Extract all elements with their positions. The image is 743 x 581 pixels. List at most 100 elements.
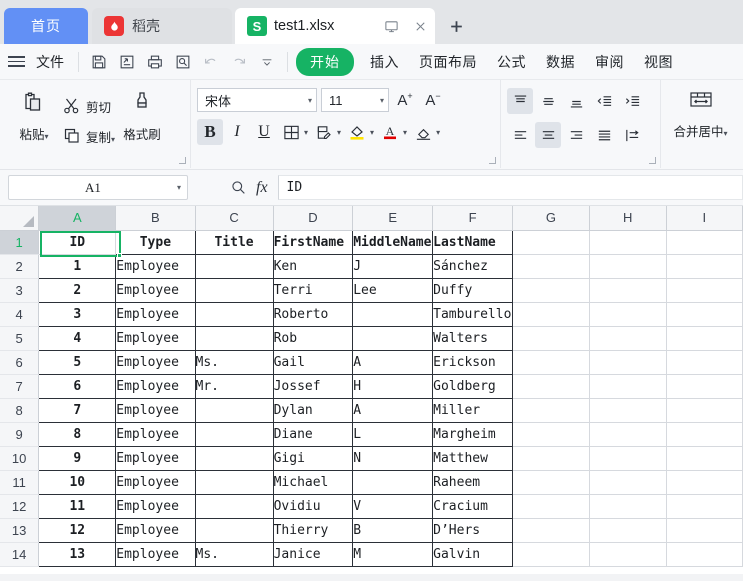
align-right-icon[interactable] [563, 122, 589, 148]
row-header-9[interactable]: 9 [0, 422, 40, 447]
cell-D1[interactable]: FirstName [273, 229, 354, 255]
cell-B4[interactable]: Employee [115, 302, 196, 327]
cell-G7[interactable] [512, 374, 590, 399]
cell-H1[interactable] [589, 230, 667, 255]
fx-label[interactable]: fx [256, 179, 268, 197]
cell-D14[interactable]: Janice [273, 542, 354, 567]
cell-F10[interactable]: Matthew [432, 446, 514, 471]
cell-C1[interactable]: Title [195, 229, 274, 255]
cell-I12[interactable] [666, 494, 743, 519]
format-painter-button[interactable]: 格式刷 [115, 85, 169, 143]
tab-page-layout[interactable]: 页面布局 [409, 48, 487, 76]
cell-C3[interactable] [195, 278, 274, 303]
cell-A4[interactable]: 3 [38, 302, 117, 327]
cell-H6[interactable] [589, 350, 667, 375]
cell-B5[interactable]: Employee [115, 326, 196, 351]
column-header-A[interactable]: A [38, 206, 117, 231]
cell-G14[interactable] [512, 542, 590, 567]
cell-E3[interactable]: Lee [352, 278, 434, 303]
cell-F1[interactable]: LastName [432, 229, 514, 255]
cell-H13[interactable] [589, 518, 667, 543]
search-icon[interactable] [230, 179, 247, 196]
clipboard-dialog-launcher[interactable] [179, 157, 186, 164]
cell-E9[interactable]: L [352, 422, 434, 447]
cell-D6[interactable]: Gail [273, 350, 354, 375]
cell-I7[interactable] [666, 374, 743, 399]
monitor-icon[interactable] [380, 15, 402, 37]
cell-I2[interactable] [666, 254, 743, 279]
cell-D3[interactable]: Terri [273, 278, 354, 303]
italic-button[interactable]: I [224, 119, 250, 145]
cell-I9[interactable] [666, 422, 743, 447]
fill-color-icon[interactable] [344, 119, 370, 145]
cell-G8[interactable] [512, 398, 590, 423]
cell-A3[interactable]: 2 [38, 278, 117, 303]
cell-H4[interactable] [589, 302, 667, 327]
wrap-text-icon[interactable] [619, 122, 645, 148]
fill-handle[interactable] [117, 253, 122, 258]
cell-H14[interactable] [589, 542, 667, 567]
font-size-combo[interactable]: 11 ▾ [321, 88, 389, 112]
cell-B8[interactable]: Employee [115, 398, 196, 423]
cell-A10[interactable]: 9 [38, 446, 117, 471]
row-header-14[interactable]: 14 [0, 542, 40, 567]
cell-H10[interactable] [589, 446, 667, 471]
cell-E8[interactable]: A [352, 398, 434, 423]
cell-A1[interactable]: ID [38, 230, 117, 255]
cell-G2[interactable] [512, 254, 590, 279]
column-header-F[interactable]: F [432, 206, 514, 231]
cell-I8[interactable] [666, 398, 743, 423]
cell-G9[interactable] [512, 422, 590, 447]
tab-view[interactable]: 视图 [634, 48, 683, 76]
decrease-indent-icon[interactable] [591, 88, 617, 114]
row-header-11[interactable]: 11 [0, 470, 40, 495]
cell-D5[interactable]: Rob [273, 326, 354, 351]
cell-F9[interactable]: Margheim [432, 422, 514, 447]
close-icon[interactable] [409, 15, 431, 37]
font-name-combo[interactable]: 宋体 ▾ [197, 88, 317, 112]
merge-center-icon[interactable] [686, 90, 716, 114]
cell-E12[interactable]: V [352, 494, 434, 519]
cell-G10[interactable] [512, 446, 590, 471]
row-header-13[interactable]: 13 [0, 518, 40, 543]
cell-F13[interactable]: D’Hers [432, 518, 514, 543]
cell-B7[interactable]: Employee [115, 374, 196, 399]
column-header-G[interactable]: G [512, 206, 590, 231]
cell-style-icon[interactable] [311, 119, 337, 145]
font-color-dropdown-icon[interactable]: ▾ [403, 128, 407, 137]
cell-G11[interactable] [512, 470, 590, 495]
row-header-2[interactable]: 2 [0, 254, 40, 279]
cell-I11[interactable] [666, 470, 743, 495]
font-color-icon[interactable]: A [377, 119, 403, 145]
cell-H2[interactable] [589, 254, 667, 279]
cell-C9[interactable] [195, 422, 274, 447]
cell-F2[interactable]: Sánchez [432, 254, 514, 279]
row-header-4[interactable]: 4 [0, 302, 40, 327]
cell-C11[interactable] [195, 470, 274, 495]
cell-E6[interactable]: A [352, 350, 434, 375]
paste-button[interactable]: 粘贴▾ [6, 85, 62, 143]
clear-format-icon[interactable] [410, 119, 436, 145]
justify-icon[interactable] [591, 122, 617, 148]
cell-H5[interactable] [589, 326, 667, 351]
cell-G6[interactable] [512, 350, 590, 375]
cell-I14[interactable] [666, 542, 743, 567]
cell-D7[interactable]: Jossef [273, 374, 354, 399]
fill-color-dropdown-icon[interactable]: ▾ [370, 128, 374, 137]
cell-F11[interactable]: Raheem [432, 470, 514, 495]
undo-icon[interactable] [197, 49, 225, 75]
cell-A5[interactable]: 4 [38, 326, 117, 351]
cell-G4[interactable] [512, 302, 590, 327]
align-center-icon[interactable] [535, 122, 561, 148]
cell-C7[interactable]: Mr. [195, 374, 274, 399]
cell-H12[interactable] [589, 494, 667, 519]
cell-E5[interactable] [352, 326, 434, 351]
decrease-font-size-icon[interactable]: A − [421, 88, 445, 112]
cell-A9[interactable]: 8 [38, 422, 117, 447]
column-header-H[interactable]: H [589, 206, 667, 231]
cell-A11[interactable]: 10 [38, 470, 117, 495]
cell-F6[interactable]: Erickson [432, 350, 514, 375]
row-header-8[interactable]: 8 [0, 398, 40, 423]
cell-E4[interactable] [352, 302, 434, 327]
customize-dropdown-icon[interactable] [253, 49, 281, 75]
